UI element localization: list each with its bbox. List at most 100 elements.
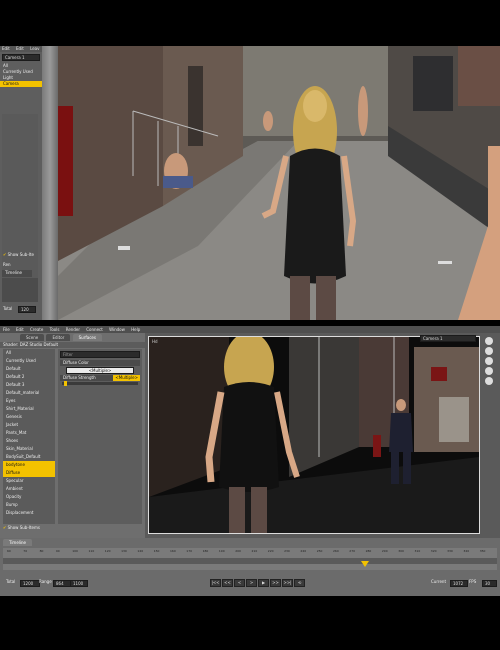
ruler-tick-label: 140 [137,549,144,553]
surface-list-item[interactable]: Pants_Mat [3,429,55,437]
play-icon[interactable]: ▶ [258,579,269,587]
tab-surfaces[interactable]: Surfaces [72,334,102,341]
top-camera-dropdown[interactable]: Camera 1 [2,54,40,61]
diffuse-strength-slider[interactable] [62,381,138,386]
surface-list: All Currently Used Default Default 2 Default… [3,349,55,524]
tab-scene[interactable]: Scene [20,334,45,341]
reset-icon[interactable] [485,377,493,385]
ruler-tick-label: 200 [235,549,241,553]
surface-list-item[interactable]: All [3,349,55,357]
top-panel-divider[interactable] [42,46,58,320]
bottom-show-sub-items[interactable]: ✔ Show Sub-Items [0,525,40,531]
surface-list-item[interactable]: Default [3,365,55,373]
tab-editor[interactable]: Editor [46,334,71,341]
fps-label: FPS [469,579,477,584]
top-menu-item[interactable]: Edit [16,46,24,51]
diffuse-color-value[interactable]: <Multiple> [66,367,134,374]
menu-render[interactable]: Render [66,327,80,332]
ruler-tick-label: 260 [333,549,339,553]
top-show-sub-items[interactable]: ✔ Show Sub-Ite [0,252,34,258]
top-show-sub-items-label: Show Sub-Ite [7,252,34,257]
menu-connect[interactable]: Connect [86,327,103,332]
timeline-panel: Timeline 60 70 80 90 100 110 120 130 140 150 160 17… [0,538,500,596]
menu-edit[interactable]: Edit [16,327,24,332]
pan-icon[interactable] [485,337,493,345]
alley-scene-render [58,46,500,320]
surface-list-item[interactable]: Jacket [3,421,55,429]
diffuse-strength-value[interactable]: <Multiple> [113,375,140,381]
ruler-tick-label: 130 [121,549,127,553]
top-timeline-area[interactable] [2,278,38,302]
viewport-canvas[interactable]: Hd [148,336,480,534]
surface-list-item[interactable]: Eyes [3,397,55,405]
zoom-icon[interactable] [485,357,493,365]
surface-list-item[interactable]: Ambient [3,485,55,493]
diffuse-color-row[interactable]: Diffuse Color [60,360,140,366]
surface-list-item[interactable]: bodytone [3,461,55,469]
bottom-menu-bar: File Edit Create Tools Render Connect Wi… [0,326,500,333]
ruler-tick-label: 230 [284,549,290,553]
top-timeline-tab[interactable]: Timeline [2,270,32,277]
surface-list-item[interactable]: Currently Used [3,357,55,365]
range-end-field[interactable]: 1100 [70,580,88,587]
range-label: Range [39,579,52,584]
surface-list-item[interactable]: Default 3 [3,381,55,389]
checkbox-icon[interactable]: ✔ [3,252,6,257]
timeline-track[interactable] [3,558,497,564]
step-back-icon[interactable]: < [234,579,245,587]
menu-window[interactable]: Window [109,327,125,332]
surface-list-item[interactable]: Default 2 [3,373,55,381]
range-start-field[interactable]: 864 [53,580,71,587]
menu-tools[interactable]: Tools [50,327,60,332]
viewport-scene [149,337,479,533]
timeline-ruler[interactable]: 60 70 80 90 100 110 120 130 140 150 160 170 180 190 20… [3,548,497,570]
top-ren-label: Ren [3,262,11,267]
camera-dropdown[interactable]: Camera 1 [420,335,476,342]
frame-icon[interactable] [485,367,493,375]
surface-list-item[interactable]: Diffuse [3,469,55,477]
bottom-screenshot: File Edit Create Tools Render Connect Wi… [0,326,500,596]
menu-help[interactable]: Help [131,327,140,332]
ruler-tick-label: 170 [186,549,193,553]
step-forward-icon[interactable]: > [246,579,257,587]
fps-field[interactable]: 30 [482,580,497,587]
top-menu-item[interactable]: Leav [30,46,39,51]
menu-file[interactable]: File [3,327,10,332]
surface-list-item[interactable]: Shirt_Material [3,405,55,413]
surface-list-item[interactable]: Displacement [3,509,55,517]
top-left-panel: Edit Edit Leav Camera 1 All Currently Us… [0,46,42,320]
playhead-marker[interactable] [361,561,369,567]
surface-list-item[interactable]: Bump [3,501,55,509]
ruler-tick-label: 80 [39,549,44,553]
top-timeline-tab-label: Timeline [5,270,23,275]
viewport-tag: Hd [152,339,158,344]
top-list-item-camera[interactable]: Camera [0,81,42,87]
surface-list-item[interactable]: Shoes [3,437,55,445]
timeline-tab[interactable]: Timeline [3,539,33,546]
step-back-fast-icon[interactable]: << [222,579,233,587]
top-total-field[interactable]: 120 [18,306,36,313]
ruler-tick-label: 190 [218,549,225,553]
go-to-start-icon[interactable]: |<< [210,579,221,587]
surface-list-item[interactable]: Specular [3,477,55,485]
surface-list-item[interactable]: BodySuit_Default [3,453,55,461]
loop-icon[interactable]: ⟲ [294,579,305,587]
orbit-icon[interactable] [485,347,493,355]
search-input[interactable]: Filter [60,351,140,358]
slider-handle[interactable] [64,381,67,386]
checkbox-icon[interactable]: ✔ [3,525,6,530]
ruler-tick-label: 150 [153,549,160,553]
surface-list-item[interactable]: Default_material [3,389,55,397]
top-menu-item[interactable]: Edit [2,46,10,51]
menu-create[interactable]: Create [30,327,43,332]
go-to-end-icon[interactable]: >>| [282,579,293,587]
ruler-tick-label: 90 [55,549,60,553]
viewport-frame: Hd Camera 1 [145,333,500,538]
step-forward-fast-icon[interactable]: >> [270,579,281,587]
surface-list-item[interactable]: Genesis [3,413,55,421]
diffuse-strength-row[interactable]: Diffuse Strength <Multiple> [60,375,140,381]
surface-list-item[interactable]: Opacity [3,493,55,501]
surface-list-item[interactable]: Skin_Material [3,445,55,453]
top-render-viewport[interactable] [58,46,500,320]
total-label: Total [6,579,16,584]
